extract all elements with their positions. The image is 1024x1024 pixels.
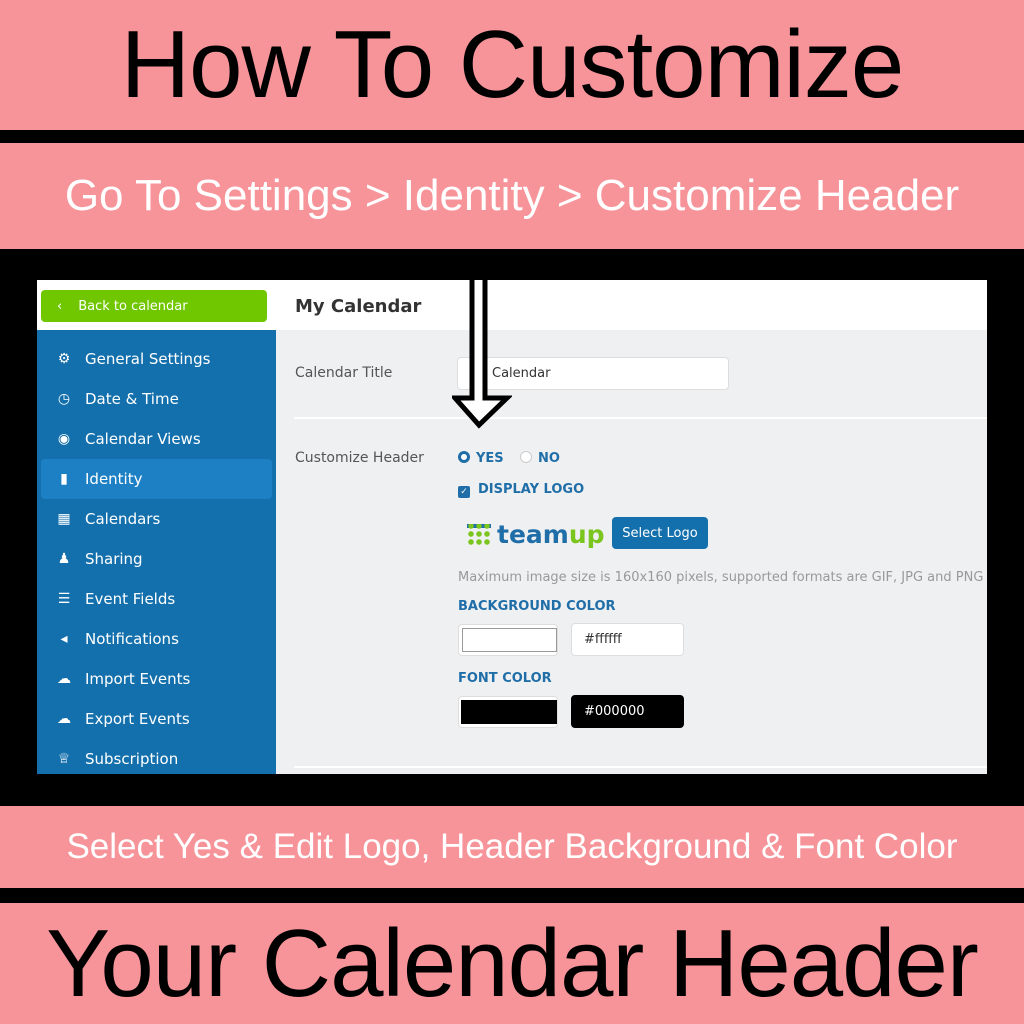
users-icon: ♟ <box>57 551 71 567</box>
cloud-upload-icon: ☁ <box>57 671 71 687</box>
down-arrow-icon <box>452 280 512 429</box>
clock-icon: ◷ <box>57 391 71 407</box>
sidebar-item-notifications[interactable]: ◂ Notifications <box>41 619 272 659</box>
title-bottom: Your Calendar Header <box>0 903 1024 1024</box>
sidebar-item-general-settings[interactable]: ⚙ General Settings <box>41 339 272 379</box>
sidebar-item-date-time[interactable]: ◷ Date & Time <box>41 379 272 419</box>
sidebar-item-identity[interactable]: ▮ Identity <box>41 459 272 499</box>
sidebar-item-sharing[interactable]: ♟ Sharing <box>41 539 272 579</box>
logo-hint: Maximum image size is 160x160 pixels, su… <box>458 570 984 585</box>
display-logo-checkbox[interactable]: ✓ DISPLAY LOGO <box>458 482 584 498</box>
checkbox-checked-icon: ✓ <box>458 486 470 498</box>
sidebar-item-export-events[interactable]: ☁ Export Events <box>41 699 272 739</box>
list-icon: ☰ <box>57 591 71 607</box>
radio-checked-icon <box>458 451 470 463</box>
back-to-calendar-button[interactable]: ‹ Back to calendar <box>41 290 267 322</box>
eye-icon: ◉ <box>57 431 71 447</box>
font-color-input[interactable]: #000000 <box>571 695 684 728</box>
calendar-title-label: Calendar Title <box>295 365 393 381</box>
bookmark-icon: ▮ <box>60 471 68 487</box>
background-color-label: BACKGROUND COLOR <box>458 599 616 614</box>
font-color-swatch[interactable] <box>458 696 558 728</box>
radio-unchecked-icon <box>520 451 532 463</box>
teamup-logo: teamup <box>467 520 605 549</box>
sidebar-item-calendars[interactable]: ▦ Calendars <box>41 499 272 539</box>
chevron-left-icon: ‹ <box>57 298 63 314</box>
step-caption: Go To Settings > Identity > Customize He… <box>0 143 1024 249</box>
trophy-icon: ♕ <box>57 751 71 767</box>
customize-header-label: Customize Header <box>295 450 424 466</box>
sidebar-item-subscription[interactable]: ♕ Subscription <box>41 739 272 774</box>
sidebar-item-import-events[interactable]: ☁ Import Events <box>41 659 272 699</box>
sidebar-item-event-fields[interactable]: ☰ Event Fields <box>41 579 272 619</box>
radio-yes[interactable]: YES <box>458 451 504 466</box>
page-title: My Calendar <box>276 280 987 330</box>
title-top: How To Customize <box>0 0 1024 130</box>
cloud-download-icon: ☁ <box>57 711 71 727</box>
sidebar: ⚙ General Settings ◷ Date & Time ◉ Calendar V… <box>37 330 276 774</box>
background-color-swatch[interactable] <box>458 624 558 656</box>
select-logo-button[interactable]: Select Logo <box>612 517 708 549</box>
gear-icon: ⚙ <box>57 351 71 367</box>
logo-mark-icon <box>467 523 491 546</box>
font-color-label: FONT COLOR <box>458 671 552 686</box>
settings-app: ‹ Back to calendar ⚙ General Settings ◷ Date… <box>37 280 987 774</box>
instruction-caption: Select Yes & Edit Logo, Header Backgroun… <box>0 806 1024 888</box>
volume-icon: ◂ <box>60 631 68 647</box>
background-color-input[interactable]: #ffffff <box>571 623 684 656</box>
sidebar-item-calendar-views[interactable]: ◉ Calendar Views <box>41 419 272 459</box>
radio-no[interactable]: NO <box>520 451 560 466</box>
calendar-icon: ▦ <box>57 511 71 527</box>
